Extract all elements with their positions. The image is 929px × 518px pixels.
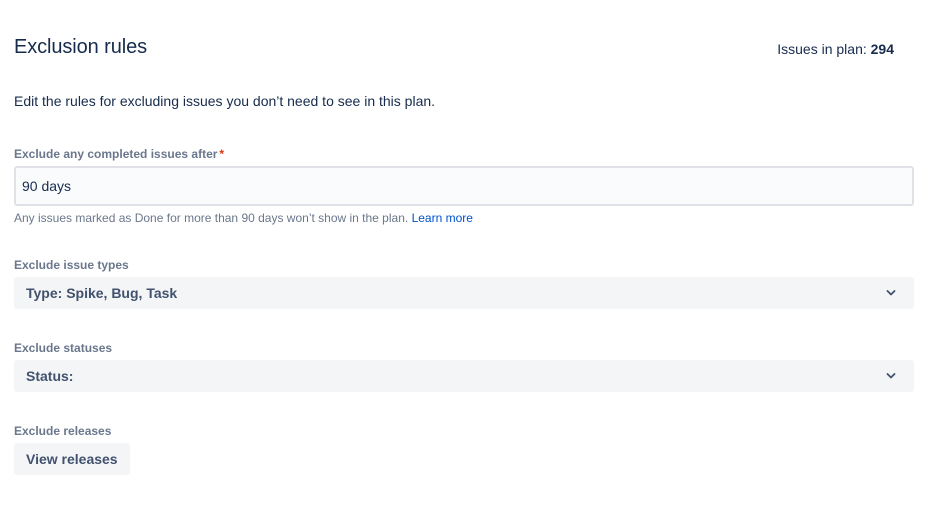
exclusion-rules-page: Exclusion rules Issues in plan: 294 Edit…	[0, 0, 929, 518]
issues-in-plan: Issues in plan: 294	[777, 40, 894, 58]
header: Exclusion rules Issues in plan: 294	[14, 34, 894, 62]
statuses-select[interactable]: Status:	[14, 360, 914, 392]
issue-types-value: Type: Spike, Bug, Task	[26, 285, 178, 301]
issue-types-select[interactable]: Type: Spike, Bug, Task	[14, 277, 914, 309]
learn-more-link[interactable]: Learn more	[412, 211, 473, 225]
required-indicator: *	[219, 147, 225, 161]
completed-issues-helper-text: Any issues marked as Done for more than …	[14, 211, 409, 225]
statuses-value: Status:	[26, 368, 74, 384]
issues-in-plan-label: Issues in plan:	[777, 41, 867, 57]
issues-in-plan-count: 294	[870, 41, 894, 57]
statuses-label: Exclude statuses	[14, 341, 113, 355]
completed-issues-input[interactable]	[14, 166, 914, 206]
view-releases-button[interactable]: View releases	[14, 443, 130, 475]
chevron-down-icon	[886, 373, 896, 379]
page-description: Edit the rules for excluding issues you …	[14, 93, 436, 109]
page-title: Exclusion rules	[14, 36, 148, 58]
completed-issues-helper: Any issues marked as Done for more than …	[14, 210, 473, 226]
issue-types-label: Exclude issue types	[14, 258, 129, 272]
completed-issues-label-text: Exclude any completed issues after	[14, 147, 218, 161]
completed-issues-label: Exclude any completed issues after *	[14, 146, 224, 162]
releases-label: Exclude releases	[14, 424, 112, 438]
chevron-down-icon	[886, 290, 896, 296]
